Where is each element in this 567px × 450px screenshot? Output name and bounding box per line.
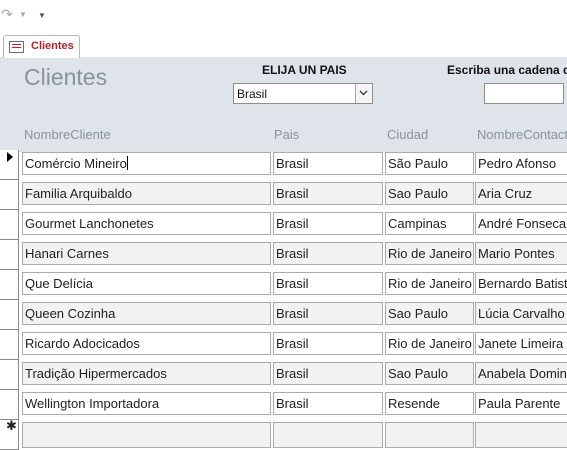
record-selector[interactable]	[0, 360, 19, 390]
nombrecontacto-field[interactable]: Mario Pontes	[475, 242, 567, 265]
pais-field[interactable]	[273, 422, 383, 448]
tab-clientes[interactable]: Clientes	[3, 35, 80, 58]
nombrecliente-field[interactable]: Hanari Carnes	[22, 242, 271, 265]
column-header-nombrecliente: NombreCliente	[24, 127, 111, 142]
quick-access-toolbar: ↷ ▼ ▼	[0, 0, 567, 32]
record-selector[interactable]	[0, 300, 19, 330]
ciudad-field[interactable]: Sao Paulo	[385, 362, 474, 385]
record-selector[interactable]	[0, 330, 19, 360]
new-record-icon: ✱	[6, 418, 17, 433]
record-row: Hanari Carnes Brasil Rio de Janeiro Mari…	[0, 240, 567, 270]
record-selector[interactable]	[0, 390, 19, 420]
record-selector[interactable]: ✱	[0, 418, 19, 450]
country-combobox[interactable]: Brasil	[233, 83, 373, 104]
nombrecliente-field[interactable]: Ricardo Adocicados	[22, 332, 271, 355]
nombrecontacto-field[interactable]	[475, 422, 567, 448]
document-tab-strip	[0, 32, 567, 58]
form-title: Clientes	[24, 64, 108, 90]
pais-field[interactable]: Brasil	[273, 392, 383, 415]
nombrecontacto-field[interactable]: Pedro Afonso	[475, 152, 567, 175]
pais-field[interactable]: Brasil	[273, 182, 383, 205]
record-row: Ricardo Adocicados Brasil Rio de Janeiro…	[0, 330, 567, 360]
country-value: Brasil	[237, 87, 268, 101]
nombrecliente-field[interactable]: Tradição Hipermercados	[22, 362, 271, 385]
pais-field[interactable]: Brasil	[273, 332, 383, 355]
nombrecliente-field[interactable]: Queen Cozinha	[22, 302, 271, 325]
nombrecontacto-field[interactable]: André Fonseca	[475, 212, 567, 235]
customize-toolbar-icon[interactable]: ▼	[38, 11, 46, 20]
record-row: Queen Cozinha Brasil Sao Paulo Lúcia Car…	[0, 300, 567, 330]
new-record-row: ✱	[0, 418, 567, 450]
search-input[interactable]	[484, 83, 564, 104]
nombrecliente-field[interactable]: Wellington Importadora	[22, 392, 271, 415]
ciudad-field[interactable]: Rio de Janeiro	[385, 272, 474, 295]
ciudad-field[interactable]: Sao Paulo	[385, 302, 474, 325]
nombrecontacto-field[interactable]: Aria Cruz	[475, 182, 567, 205]
ciudad-field[interactable]: São Paulo	[385, 152, 474, 175]
country-label: ELIJA UN PAIS	[262, 63, 347, 77]
record-selector[interactable]	[0, 210, 19, 240]
pais-field[interactable]: Brasil	[273, 242, 383, 265]
nombrecontacto-field[interactable]: Anabela Domingues	[475, 362, 567, 385]
text-cursor	[126, 156, 128, 170]
pais-field[interactable]: Brasil	[273, 212, 383, 235]
ciudad-field[interactable]: Resende	[385, 392, 474, 415]
ciudad-field[interactable]	[385, 422, 474, 448]
record-row: Comércio Mineiro Brasil São Paulo Pedro …	[0, 150, 567, 180]
nombrecliente-field[interactable]	[22, 422, 271, 448]
record-selector[interactable]	[0, 240, 19, 270]
nombrecontacto-field[interactable]: Lúcia Carvalho	[475, 302, 567, 325]
record-row: Que Delícia Brasil Rio de Janeiro Bernar…	[0, 270, 567, 300]
pais-field[interactable]: Brasil	[273, 302, 383, 325]
ciudad-field[interactable]: Sao Paulo	[385, 182, 474, 205]
ciudad-field[interactable]: Rio de Janeiro	[385, 242, 474, 265]
column-header-ciudad: Ciudad	[387, 127, 429, 142]
pais-field[interactable]: Brasil	[273, 152, 383, 175]
record-selector[interactable]	[0, 150, 19, 180]
record-selector[interactable]	[0, 180, 19, 210]
nombrecliente-field[interactable]: Familia Arquibaldo	[22, 182, 271, 205]
redo-icon[interactable]: ↷	[1, 6, 13, 23]
ciudad-field[interactable]: Campinas	[385, 212, 474, 235]
country-dropdown-button[interactable]	[355, 84, 372, 103]
pais-field[interactable]: Brasil	[273, 362, 383, 385]
nombrecliente-field[interactable]: Gourmet Lanchonetes	[22, 212, 271, 235]
nombrecliente-field[interactable]: Que Delícia	[22, 272, 271, 295]
nombrecontacto-field[interactable]: Bernardo Batista	[475, 272, 567, 295]
records-list: Comércio Mineiro Brasil São Paulo Pedro …	[0, 150, 567, 450]
record-row: Wellington Importadora Brasil Resende Pa…	[0, 390, 567, 420]
tab-label: Clientes	[31, 40, 74, 52]
search-label: Escriba una cadena d	[447, 63, 567, 77]
ciudad-field[interactable]: Rio de Janeiro	[385, 332, 474, 355]
record-row: Familia Arquibaldo Brasil Sao Paulo Aria…	[0, 180, 567, 210]
column-header-pais: Pais	[274, 127, 300, 142]
nombrecontacto-field[interactable]: Janete Limeira	[475, 332, 567, 355]
current-record-icon	[7, 152, 13, 162]
nombrecliente-field[interactable]: Comércio Mineiro	[22, 152, 271, 175]
form-icon	[9, 41, 24, 53]
pais-field[interactable]: Brasil	[273, 272, 383, 295]
redo-dropdown-icon[interactable]: ▼	[19, 10, 27, 19]
record-row: Gourmet Lanchonetes Brasil Campinas Andr…	[0, 210, 567, 240]
chevron-down-icon	[359, 90, 368, 96]
record-row: Tradição Hipermercados Brasil Sao Paulo …	[0, 360, 567, 390]
record-selector[interactable]	[0, 270, 19, 300]
column-header-nombrecontacto: NombreContacto	[477, 127, 567, 142]
nombrecontacto-field[interactable]: Paula Parente	[475, 392, 567, 415]
